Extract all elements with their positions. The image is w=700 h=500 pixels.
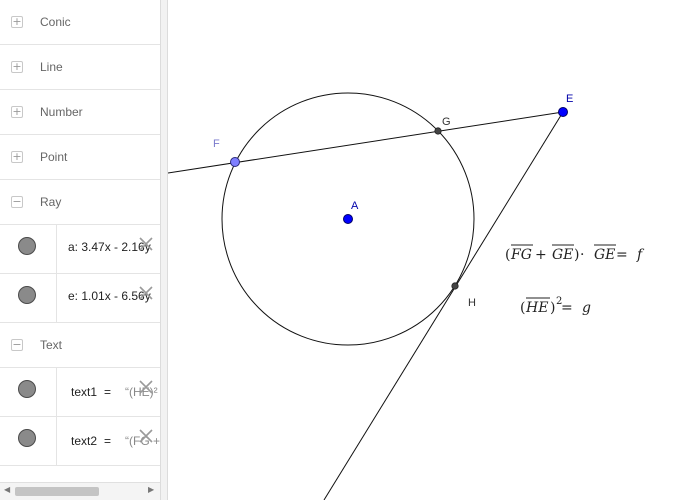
group-point[interactable]: + Point [0, 135, 160, 180]
algebra-item-ray-a[interactable]: a: 3.47x - 2.16y [0, 225, 160, 274]
segment-he: HE [525, 300, 548, 316]
group-line[interactable]: + Line [0, 45, 160, 90]
point-e[interactable] [558, 107, 568, 117]
point-a-label: A [351, 200, 359, 212]
view-splitter[interactable] [160, 0, 168, 500]
delete-icon[interactable] [137, 427, 155, 445]
variable-f: f [636, 247, 645, 263]
point-f-label: F [213, 138, 220, 150]
formula-text1[interactable]: ( FG + GE ) · GE = f [505, 244, 645, 263]
visibility-toggle-icon[interactable] [18, 429, 36, 447]
group-label-conic: Conic [40, 15, 71, 29]
point-h-label: H [468, 297, 476, 309]
formula-paren-close: ) [574, 247, 579, 263]
graphics-view[interactable]: A E F G H ( FG + GE ) · GE = f ( HE ) 2 … [168, 0, 700, 500]
divider [56, 368, 57, 416]
text2-name: text2 [71, 434, 98, 448]
divider [56, 417, 57, 465]
visibility-toggle-icon[interactable] [18, 380, 36, 398]
collapse-toggle-icon[interactable]: − [11, 196, 23, 208]
point-h[interactable] [451, 282, 459, 290]
horizontal-scrollbar[interactable]: ◀ ▶ [0, 482, 160, 500]
formula-equals: = [616, 247, 628, 263]
formula-text2[interactable]: ( HE ) 2 = g [520, 296, 591, 316]
group-ray[interactable]: − Ray [0, 180, 160, 225]
delete-icon[interactable] [137, 235, 155, 253]
group-label-point: Point [40, 150, 68, 164]
expand-toggle-icon[interactable]: + [11, 61, 23, 73]
ray-a[interactable] [168, 111, 564, 174]
scroll-right-icon[interactable]: ▶ [148, 485, 154, 494]
group-label-line: Line [40, 60, 63, 74]
delete-icon[interactable] [137, 378, 155, 396]
text1-name: text1 [71, 385, 98, 399]
algebra-item-text1[interactable]: text1 = “(HE)² [0, 368, 160, 417]
visibility-toggle-icon[interactable] [18, 286, 36, 304]
delete-icon[interactable] [137, 284, 155, 302]
point-g[interactable] [434, 127, 442, 135]
algebra-item-text2[interactable]: text2 = “(FG + [0, 417, 160, 466]
variable-g: g [582, 300, 591, 316]
segment-ge: GE [594, 247, 615, 263]
divider [56, 274, 57, 322]
formula-paren-open: ( [520, 300, 525, 316]
group-text[interactable]: − Text [0, 323, 160, 368]
group-label-ray: Ray [40, 195, 62, 209]
equals-sign: = [104, 434, 112, 448]
formula-paren-close: ) [550, 300, 555, 316]
group-conic[interactable]: + Conic [0, 0, 160, 45]
formula-dot: · [580, 247, 584, 263]
algebra-view: + Conic + Line + Number + Point − Ray a:… [0, 0, 160, 500]
expand-toggle-icon[interactable]: + [11, 106, 23, 118]
point-e-label: E [566, 93, 573, 105]
expand-toggle-icon[interactable]: + [11, 16, 23, 28]
expand-toggle-icon[interactable]: + [11, 151, 23, 163]
algebra-item-ray-e[interactable]: e: 1.01x - 6.56y [0, 274, 160, 323]
visibility-toggle-icon[interactable] [18, 237, 36, 255]
collapse-toggle-icon[interactable]: − [11, 339, 23, 351]
segment-ge: GE [552, 247, 573, 263]
formula-plus: + [535, 247, 547, 263]
formula-equals: = [561, 300, 573, 316]
divider [56, 225, 57, 273]
scroll-left-icon[interactable]: ◀ [4, 485, 10, 494]
segment-fg: FG [510, 247, 532, 263]
formula-paren-open: ( [505, 247, 510, 263]
scrollbar-thumb[interactable] [15, 487, 99, 496]
equals-sign: = [104, 385, 112, 399]
group-label-number: Number [40, 105, 83, 119]
point-g-label: G [442, 116, 451, 128]
point-a[interactable] [343, 214, 353, 224]
point-f[interactable] [230, 157, 240, 167]
group-label-text: Text [40, 338, 63, 352]
group-number[interactable]: + Number [0, 90, 160, 135]
